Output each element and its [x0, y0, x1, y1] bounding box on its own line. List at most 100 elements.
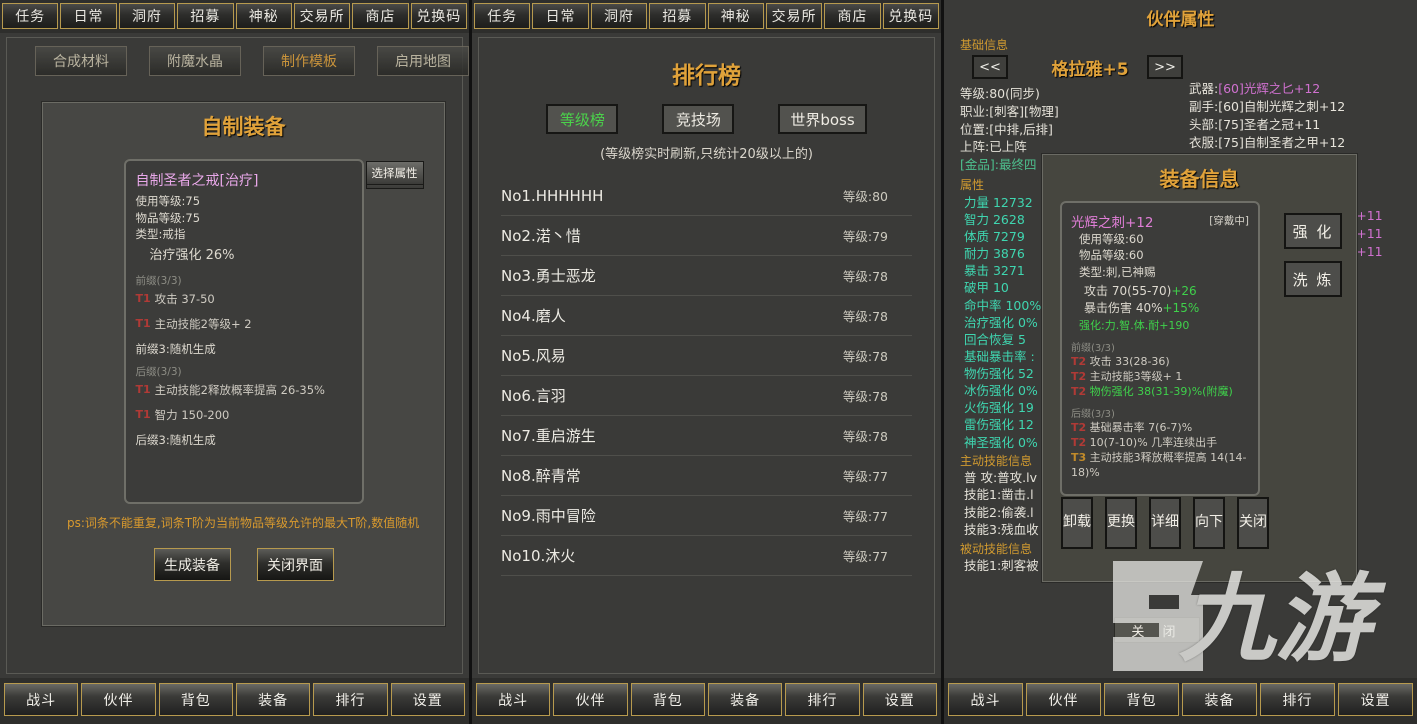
overlay-close-button[interactable]: 关 闭	[1114, 617, 1200, 643]
nav-战斗[interactable]: 战斗	[476, 683, 551, 716]
nav-装备[interactable]: 装备	[707, 683, 783, 716]
equip-slot-label: 副手:	[1189, 99, 1219, 115]
generate-equipment-button[interactable]: 生成装备	[153, 548, 231, 581]
top-tab-bar-1: 任务 日常 洞府 招募 神秘 交易所 商店 兑换码	[0, 0, 469, 33]
nav-排行[interactable]: 排行	[1260, 683, 1335, 716]
close-interface-button[interactable]: 关闭界面	[256, 548, 334, 581]
subtab-craft-template[interactable]: 制作模板	[263, 46, 355, 76]
prefix-random-line: 前缀3:随机生成	[135, 341, 216, 356]
equipment-crit: 暴击伤害 40%	[1084, 301, 1163, 316]
equipment-use-level: 使用等级:60	[1079, 232, 1144, 246]
equip-value: [75]圣者之冠+11	[1218, 117, 1321, 133]
rank-level: 等级:78	[842, 309, 888, 324]
scroll-down-button[interactable]: 向下	[1193, 497, 1225, 549]
close-button[interactable]: 关闭	[1237, 497, 1269, 549]
rank-player-name: No4.磨人	[501, 307, 566, 325]
nav-伙伴[interactable]: 伙伴	[553, 683, 628, 716]
top-tab-商店[interactable]: 商店	[824, 3, 881, 29]
rank-player-name: No8.醉青常	[501, 467, 581, 485]
rank-player-name: No7.重启游生	[501, 427, 596, 445]
replace-button[interactable]: 更换	[1105, 497, 1137, 549]
table-row[interactable]: No7.重启游生 等级:78	[501, 416, 912, 456]
nav-排行[interactable]: 排行	[785, 683, 860, 716]
nav-背包[interactable]: 背包	[1104, 683, 1179, 716]
table-row[interactable]: No1.HHHHHH 等级:80	[501, 176, 912, 216]
equipment-crit-bonus: +15%	[1162, 301, 1200, 316]
rank-player-name: No2.渃丶惜	[501, 227, 581, 245]
top-tab-兑换码[interactable]: 兑换码	[882, 3, 939, 29]
subtab-enchant-crystal[interactable]: 附魔水晶	[149, 46, 241, 76]
table-row[interactable]: No8.醉青常 等级:77	[501, 456, 912, 496]
tab-level-ranking[interactable]: 等级榜	[546, 104, 619, 134]
table-row[interactable]: No3.勇士恶龙 等级:78	[501, 256, 912, 296]
item-name: 自制圣者之戒[治疗]	[135, 173, 259, 189]
equipment-attack: 攻击 70(55-70)	[1084, 283, 1172, 298]
equip-body[interactable]: 衣服:[75]自制圣者之甲+12	[1189, 134, 1407, 152]
nav-设置[interactable]: 设置	[862, 683, 937, 716]
top-tab-交易所[interactable]: 交易所	[293, 3, 351, 29]
top-tab-招募[interactable]: 招募	[177, 3, 234, 29]
custom-equipment-dialog: 自制装备 自制圣者之戒[治疗] 使用等级:75 物品等级:75 类型:戒指 治疗…	[42, 102, 445, 626]
equipment-side-buttons: 强 化 洗 炼	[1284, 213, 1342, 309]
details-button[interactable]: 详细	[1149, 497, 1181, 549]
nav-伙伴[interactable]: 伙伴	[81, 683, 156, 716]
nav-装备[interactable]: 装备	[235, 683, 311, 716]
nav-装备[interactable]: 装备	[1182, 683, 1257, 716]
top-tab-任务[interactable]: 任务	[474, 3, 531, 29]
prefix-row-1: T1 攻击 37-50 选择属性	[135, 161, 424, 308]
affix-text: 攻击 37-50	[154, 291, 215, 306]
game-screen: 任务 日常 洞府 招募 神秘 交易所 商店 兑换码 合成材料 附魔水晶 制作模板…	[0, 0, 1417, 724]
subtab-enabled-map[interactable]: 启用地图	[377, 46, 469, 76]
top-tab-日常[interactable]: 日常	[60, 3, 117, 29]
enhance-button[interactable]: 强 化	[1284, 213, 1342, 249]
equip-slot-label: 武器:	[1189, 81, 1219, 96]
equipment-name-row: [穿戴中] 光辉之刺+12	[1071, 211, 1249, 231]
subtab-synth-material[interactable]: 合成材料	[35, 46, 127, 76]
top-tab-日常[interactable]: 日常	[532, 3, 589, 29]
table-row[interactable]: No4.磨人 等级:78	[501, 296, 912, 336]
top-tab-招募[interactable]: 招募	[649, 3, 706, 29]
refine-button[interactable]: 洗 炼	[1284, 261, 1342, 297]
nav-排行[interactable]: 排行	[313, 683, 388, 716]
nav-背包[interactable]: 背包	[158, 683, 233, 716]
table-row[interactable]: No5.风易 等级:78	[501, 336, 912, 376]
equip-weapon[interactable]: 武器:[60]光辉之匕+12	[1189, 80, 1407, 98]
top-tab-任务[interactable]: 任务	[2, 3, 59, 29]
equip-value: [60]光辉之匕+12	[1218, 81, 1321, 96]
unequip-button[interactable]: 卸载	[1061, 497, 1093, 549]
table-row[interactable]: No9.雨中冒险 等级:77	[501, 496, 912, 536]
base-info-header: 基础信息	[960, 38, 1009, 52]
rank-level: 等级:77	[842, 549, 888, 564]
tier-badge: T1	[135, 291, 151, 305]
tab-arena[interactable]: 竞技场	[662, 104, 735, 134]
select-attribute-button-4[interactable]: 选择属性	[365, 161, 424, 185]
top-tab-商店[interactable]: 商店	[352, 3, 409, 29]
prev-companion-button[interactable]: <<	[972, 55, 1008, 79]
nav-战斗[interactable]: 战斗	[948, 683, 1023, 716]
equip-offhand[interactable]: 副手:[60]自制光辉之刺+12	[1189, 98, 1407, 116]
equip-slot-label: 头部:	[1189, 117, 1219, 133]
suffix-row-2: T1 智力 150-200 选择属性	[136, 161, 424, 424]
nav-背包[interactable]: 背包	[630, 683, 705, 716]
top-tab-神秘[interactable]: 神秘	[707, 3, 764, 29]
table-row[interactable]: No2.渃丶惜 等级:79	[501, 216, 912, 256]
table-row[interactable]: No6.言羽 等级:78	[501, 376, 912, 416]
top-tab-交易所[interactable]: 交易所	[765, 3, 823, 29]
next-companion-button[interactable]: >>	[1147, 55, 1183, 79]
equipment-item-level: 物品等级:60	[1079, 248, 1144, 263]
equip-head[interactable]: 头部:[75]圣者之冠+11	[1189, 116, 1407, 134]
table-row[interactable]: No10.沐火 等级:77	[501, 536, 912, 576]
top-tab-神秘[interactable]: 神秘	[235, 3, 292, 29]
nav-设置[interactable]: 设置	[1338, 683, 1413, 716]
equip-value: [60]自制光辉之刺+12	[1218, 99, 1346, 115]
top-tab-兑换码[interactable]: 兑换码	[410, 3, 467, 29]
tier-badge: T2	[1071, 354, 1087, 368]
equipment-type: 类型:刺,已神赐	[1079, 264, 1156, 279]
top-tab-洞府[interactable]: 洞府	[118, 3, 176, 29]
affix-text: 主动技能2释放概率提高 26-35%	[154, 382, 325, 397]
top-tab-洞府[interactable]: 洞府	[590, 3, 648, 29]
nav-设置[interactable]: 设置	[390, 683, 465, 716]
nav-伙伴[interactable]: 伙伴	[1026, 683, 1101, 716]
tab-world-boss[interactable]: 世界boss	[778, 104, 867, 134]
nav-战斗[interactable]: 战斗	[4, 683, 79, 716]
